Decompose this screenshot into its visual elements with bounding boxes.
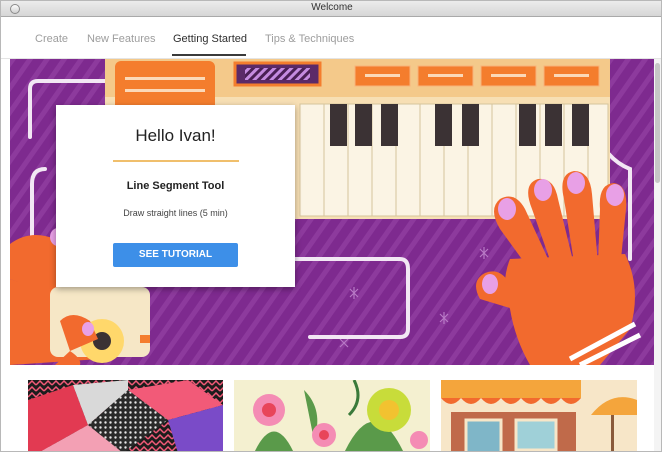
geometric-pattern-image <box>28 380 223 451</box>
tool-description: Draw straight lines (5 min) <box>123 208 228 218</box>
welcome-window: Welcome Create New Features Getting Star… <box>0 0 662 452</box>
tab-new-features[interactable]: New Features <box>87 33 155 45</box>
storefront-image <box>441 380 637 451</box>
greeting-title: Hello Ivan! <box>135 126 216 145</box>
card-divider <box>113 160 239 162</box>
scrollbar-thumb[interactable] <box>655 63 660 183</box>
tab-tips-techniques[interactable]: Tips & Techniques <box>265 33 354 45</box>
title-bar: Welcome <box>1 1 661 17</box>
see-tutorial-button[interactable]: SEE TUTORIAL <box>113 243 238 267</box>
thumbnail-flowers[interactable] <box>234 380 430 451</box>
active-tab-indicator <box>172 54 246 56</box>
floral-pattern-image <box>234 380 430 451</box>
thumbnail-storefront[interactable] <box>441 380 637 451</box>
window-title: Welcome <box>311 2 353 13</box>
thumbnail-patterns[interactable] <box>28 380 223 451</box>
tab-bar: Create New Features Getting Started Tips… <box>1 17 661 59</box>
welcome-card: Hello Ivan! Line Segment Tool Draw strai… <box>56 105 295 287</box>
tab-getting-started[interactable]: Getting Started <box>173 33 247 45</box>
tool-name: Line Segment Tool <box>126 180 225 192</box>
tab-create[interactable]: Create <box>35 33 68 45</box>
